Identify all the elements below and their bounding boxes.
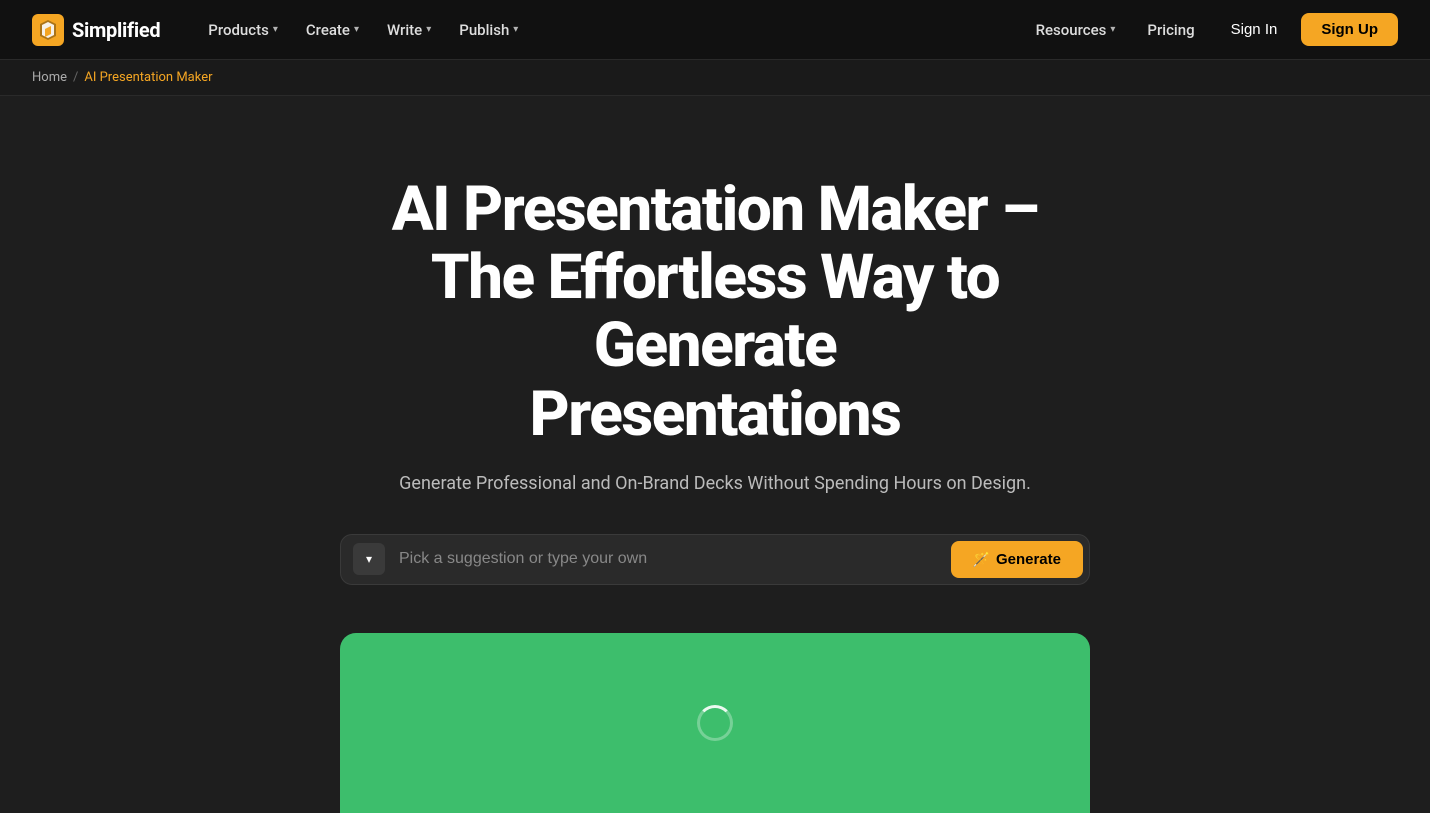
- breadcrumb-current: AI Presentation Maker: [84, 70, 212, 85]
- nav-links-right: Resources ▾ Pricing Sign In Sign Up: [1024, 13, 1398, 47]
- nav-products[interactable]: Products ▾: [196, 13, 290, 47]
- navbar: Simplified Products ▾ Create ▾ Write ▾ P…: [0, 0, 1430, 60]
- nav-pricing[interactable]: Pricing: [1135, 13, 1206, 47]
- breadcrumb-home-link[interactable]: Home: [32, 70, 67, 85]
- hero-title: AI Presentation Maker – The Effortless W…: [315, 176, 1115, 449]
- nav-resources[interactable]: Resources ▾: [1024, 13, 1128, 47]
- hero-subtitle: Generate Professional and On-Brand Decks…: [365, 473, 1065, 494]
- nav-create[interactable]: Create ▾: [294, 13, 371, 47]
- logo-link[interactable]: Simplified: [32, 14, 160, 46]
- breadcrumb-separator: /: [73, 70, 78, 85]
- hero-section: AI Presentation Maker – The Effortless W…: [0, 96, 1430, 813]
- resources-chevron-icon: ▾: [1110, 24, 1115, 35]
- products-chevron-icon: ▾: [273, 24, 278, 35]
- breadcrumb: Home / AI Presentation Maker: [0, 60, 1430, 96]
- loading-spinner: [697, 705, 733, 741]
- prompt-input[interactable]: [395, 542, 951, 576]
- create-chevron-icon: ▾: [354, 24, 359, 35]
- sign-in-button[interactable]: Sign In: [1215, 13, 1294, 46]
- logo-icon: [32, 14, 64, 46]
- dropdown-toggle-button[interactable]: ▾: [353, 543, 385, 575]
- generate-button[interactable]: 🪄 Generate: [951, 541, 1083, 578]
- generate-icon: 🪄: [973, 551, 990, 568]
- chevron-down-icon: ▾: [366, 552, 372, 566]
- publish-chevron-icon: ▾: [513, 24, 518, 35]
- prompt-input-container: ▾ 🪄 Generate: [340, 534, 1090, 585]
- nav-publish[interactable]: Publish ▾: [447, 13, 530, 47]
- nav-write[interactable]: Write ▾: [375, 13, 443, 47]
- logo-text: Simplified: [72, 18, 160, 42]
- nav-links-left: Products ▾ Create ▾ Write ▾ Publish ▾: [196, 13, 1023, 47]
- write-chevron-icon: ▾: [426, 24, 431, 35]
- preview-area: [340, 633, 1090, 813]
- sign-up-button[interactable]: Sign Up: [1301, 13, 1398, 46]
